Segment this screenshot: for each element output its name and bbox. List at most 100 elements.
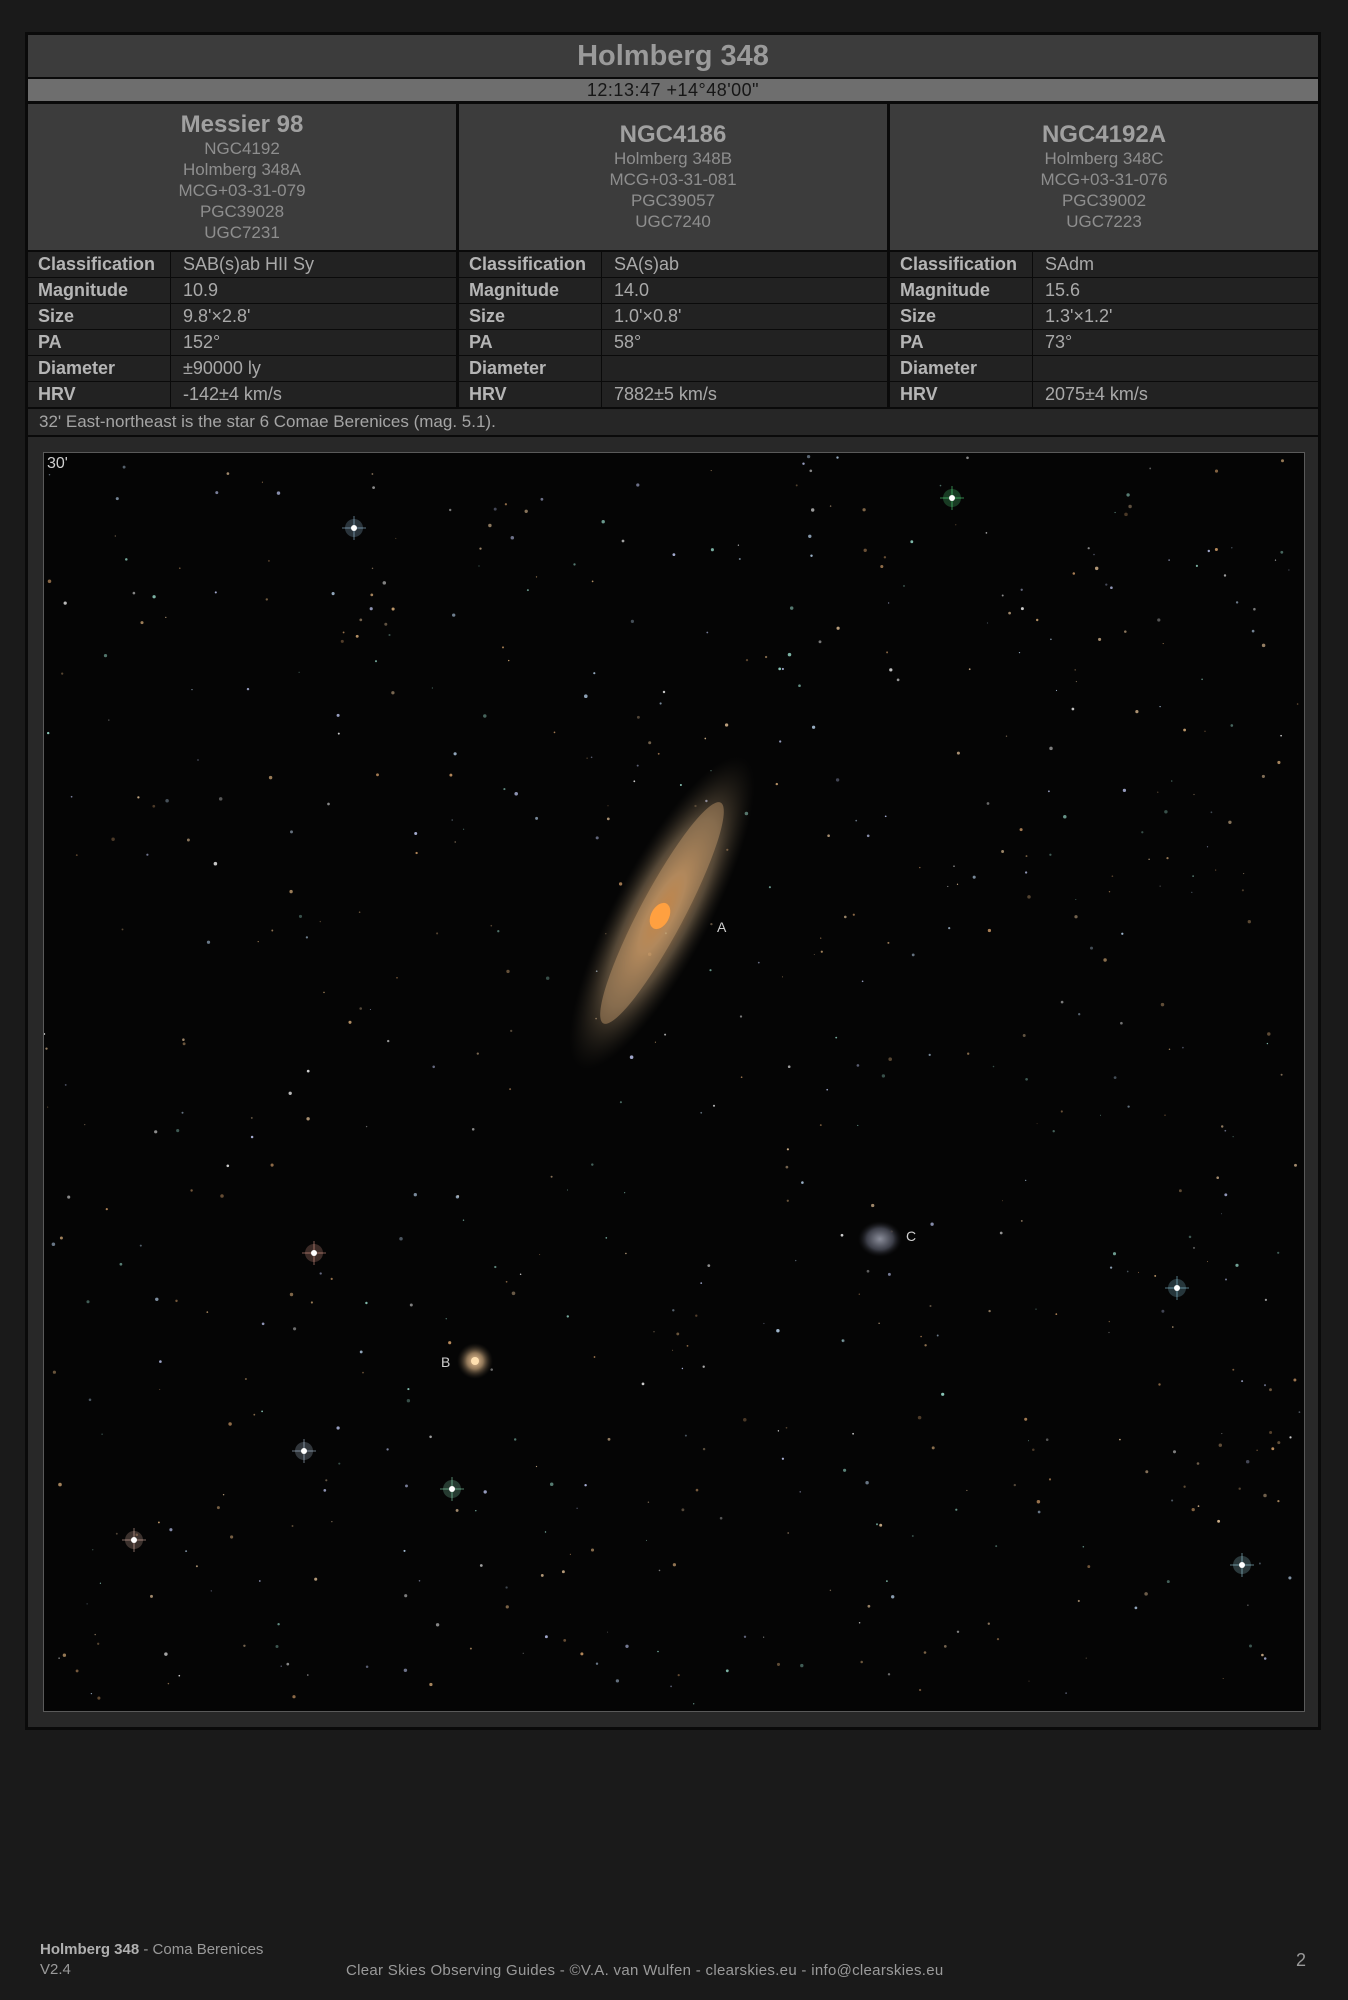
star bbox=[214, 591, 217, 594]
star bbox=[544, 1635, 548, 1639]
star bbox=[511, 1291, 516, 1296]
star bbox=[808, 534, 812, 538]
star bbox=[566, 1315, 569, 1318]
star bbox=[813, 953, 815, 956]
property-value: 14.0 bbox=[614, 280, 650, 300]
property-value: 10.9 bbox=[183, 280, 219, 300]
star bbox=[290, 830, 293, 834]
star bbox=[289, 1292, 294, 1297]
star bbox=[404, 1594, 408, 1598]
star bbox=[871, 1203, 875, 1208]
star bbox=[374, 660, 378, 663]
star bbox=[455, 1195, 460, 1199]
star bbox=[549, 1482, 554, 1487]
page-number: 2 bbox=[1296, 1950, 1307, 1970]
star bbox=[943, 1645, 947, 1648]
object-alias: MCG+03-31-076 bbox=[1040, 170, 1168, 189]
star bbox=[169, 1528, 173, 1532]
star bbox=[999, 1231, 1003, 1235]
star bbox=[1215, 869, 1217, 871]
star bbox=[1126, 1270, 1129, 1273]
property-row: Classification SAB(s)ab HII Sy bbox=[28, 252, 456, 278]
star bbox=[1249, 1644, 1252, 1648]
star bbox=[63, 601, 67, 605]
star bbox=[1049, 853, 1052, 856]
object-name: NGC4186 bbox=[619, 121, 727, 148]
star bbox=[1280, 550, 1284, 554]
star bbox=[1256, 1449, 1258, 1451]
star bbox=[1050, 638, 1052, 641]
star bbox=[152, 595, 156, 599]
property-value: 15.6 bbox=[1045, 280, 1081, 300]
star bbox=[250, 1116, 253, 1119]
star bbox=[493, 507, 497, 511]
star bbox=[306, 1069, 310, 1073]
star bbox=[453, 752, 457, 756]
star bbox=[835, 1036, 838, 1039]
star bbox=[1113, 1076, 1117, 1079]
star bbox=[451, 819, 453, 821]
footer-constellation: - Coma Berenices bbox=[139, 1941, 264, 1958]
star bbox=[607, 1631, 609, 1633]
footer-credits: Clear Skies Observing Guides - ©V.A. van… bbox=[346, 1962, 944, 1979]
star bbox=[738, 557, 741, 561]
star bbox=[1112, 1252, 1117, 1256]
star bbox=[253, 1413, 256, 1416]
star bbox=[545, 976, 550, 980]
star bbox=[672, 1349, 674, 1351]
star bbox=[331, 1521, 333, 1523]
star bbox=[522, 1652, 524, 1654]
star bbox=[462, 828, 465, 830]
star bbox=[686, 1345, 689, 1347]
star bbox=[505, 1280, 508, 1283]
bright-star bbox=[440, 1477, 464, 1501]
star bbox=[1161, 1309, 1165, 1313]
bright-star bbox=[342, 516, 366, 540]
property-row: HRV 7882±5 km/s bbox=[459, 382, 887, 407]
star bbox=[305, 936, 309, 939]
star bbox=[298, 914, 303, 918]
property-label: PA bbox=[459, 330, 602, 355]
star bbox=[550, 1175, 553, 1178]
star bbox=[1225, 1278, 1227, 1281]
star bbox=[569, 1553, 572, 1555]
star bbox=[1266, 1042, 1269, 1045]
star bbox=[314, 1577, 318, 1581]
object-alias: MCG+03-31-079 bbox=[178, 180, 306, 200]
star bbox=[800, 1663, 804, 1668]
star bbox=[1274, 559, 1277, 561]
star bbox=[1263, 1493, 1267, 1498]
star bbox=[763, 1636, 765, 1638]
star bbox=[1087, 547, 1090, 550]
star bbox=[996, 1637, 1000, 1641]
star bbox=[787, 652, 792, 657]
property-label: Classification bbox=[28, 252, 171, 277]
star bbox=[222, 1493, 225, 1496]
property-row: Magnitude 15.6 bbox=[890, 278, 1318, 304]
star bbox=[1182, 1046, 1184, 1049]
star bbox=[1264, 1298, 1268, 1302]
star bbox=[137, 796, 140, 799]
property-row: Diameter ±90000 ly bbox=[28, 356, 456, 382]
star bbox=[1159, 705, 1161, 708]
star bbox=[709, 969, 712, 972]
star bbox=[787, 1065, 791, 1069]
star bbox=[947, 885, 949, 887]
star bbox=[1074, 669, 1076, 671]
star bbox=[519, 1273, 522, 1276]
star bbox=[358, 911, 361, 913]
star bbox=[939, 484, 942, 487]
star bbox=[584, 694, 588, 698]
star bbox=[1166, 857, 1169, 860]
star bbox=[1158, 1383, 1161, 1386]
star bbox=[1232, 1136, 1234, 1138]
star bbox=[418, 1580, 421, 1582]
star bbox=[1135, 710, 1139, 714]
star bbox=[108, 719, 110, 721]
property-label: HRV bbox=[890, 382, 1033, 407]
star bbox=[659, 702, 662, 705]
star bbox=[1110, 586, 1113, 590]
star bbox=[111, 837, 115, 841]
star bbox=[702, 1447, 706, 1451]
property-value: 73° bbox=[1045, 332, 1073, 352]
